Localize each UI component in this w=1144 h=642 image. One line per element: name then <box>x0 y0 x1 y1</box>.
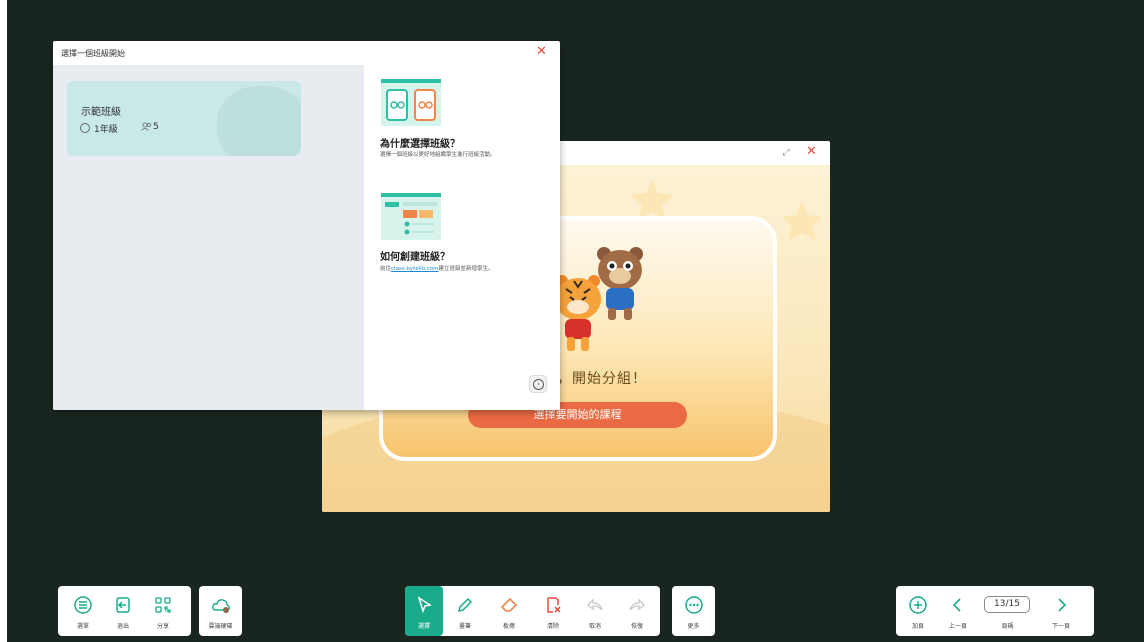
cloud-icon <box>211 599 230 613</box>
people-icon <box>141 122 152 133</box>
class-card[interactable]: 示範班級 1年級 5 <box>67 81 301 156</box>
menu-icon <box>74 596 92 614</box>
cloud-drive-label: 雲端硬碟 <box>208 623 233 630</box>
select-tool-button[interactable]: 選擇 <box>405 586 443 636</box>
chevron-left-icon <box>952 598 961 612</box>
next-page-label: 下一頁 <box>1051 623 1070 630</box>
add-page-button[interactable]: 加頁 <box>899 586 937 636</box>
chevron-right-icon: › <box>533 379 544 390</box>
pen-tool-button[interactable]: 畫筆 <box>443 586 487 636</box>
create-class-illustration <box>381 193 441 240</box>
cursor-icon <box>417 596 432 614</box>
class-list-panel: 示範班級 1年級 5 <box>53 65 364 410</box>
exit-icon <box>116 597 130 613</box>
eraser-icon <box>500 597 518 612</box>
screen-edge <box>0 0 7 642</box>
exit-button[interactable]: 退出 <box>103 586 143 636</box>
cloud-drive-button[interactable]: 雲端硬碟 <box>199 586 242 636</box>
add-page-icon <box>909 596 927 614</box>
toolbar-pages: 加頁 上一頁 13/15 頁碼 下一頁 <box>896 586 1094 636</box>
student-count: 5 <box>153 122 159 132</box>
prev-page-button[interactable]: 上一頁 <box>937 586 979 636</box>
menu-button[interactable]: 選單 <box>63 586 103 636</box>
why-choose-class-heading: 為什麼選擇班級？ <box>380 139 460 150</box>
clear-icon <box>547 597 561 613</box>
clear-button[interactable]: 清除 <box>531 586 575 636</box>
eraser-tool-button[interactable]: 板擦 <box>487 586 531 636</box>
toolbar-center: 選擇 畫筆 板擦 清除 取消 恢復 <box>405 586 660 636</box>
dialog-title: 選擇一個班級開始 <box>61 49 125 58</box>
undo-label: 取消 <box>588 623 601 630</box>
share-label: 分享 <box>156 623 169 630</box>
more-button[interactable]: 更多 <box>672 586 715 636</box>
next-page-button[interactable]: 下一頁 <box>1036 586 1086 636</box>
undo-button[interactable]: 取消 <box>575 586 615 636</box>
exit-label: 退出 <box>116 623 129 630</box>
pen-label: 畫筆 <box>458 623 471 630</box>
class-website-link[interactable]: class.bytello.com <box>391 266 439 272</box>
add-page-label: 加頁 <box>911 623 924 630</box>
grade-icon <box>80 123 90 133</box>
dialog-close-icon[interactable]: ✕ <box>536 45 547 59</box>
eraser-label: 板擦 <box>502 623 515 630</box>
class-name: 示範班級 <box>81 107 121 118</box>
toolbar-left: 選單 退出 分享 <box>58 586 191 636</box>
choose-class-illustration <box>381 79 441 126</box>
how-create-class-heading: 如何創建班級？ <box>380 252 450 263</box>
fullscreen-icon[interactable]: ⤢ <box>780 147 792 159</box>
how-create-class-description: 前往class.bytello.com建立班級並新增學生。 <box>380 264 494 272</box>
prev-page-label: 上一頁 <box>948 623 967 630</box>
more-label: 更多 <box>687 623 700 630</box>
page-number-field[interactable]: 13/15 <box>984 596 1030 613</box>
why-choose-class-description: 選擇一個班級以更好地組織學生進行班級活動。 <box>380 152 496 158</box>
clear-label: 清除 <box>546 623 559 630</box>
toolbar-more: 更多 <box>672 586 715 636</box>
chevron-right-icon <box>1058 598 1067 612</box>
select-label: 選擇 <box>417 623 430 630</box>
next-arrow-button[interactable]: › <box>529 375 547 393</box>
pen-icon <box>457 597 473 613</box>
how-desc-suffix: 建立班級並新增學生。 <box>438 266 494 272</box>
undo-icon <box>587 598 603 611</box>
qr-code-icon <box>155 597 171 613</box>
how-desc-prefix: 前往 <box>380 266 392 272</box>
class-card-decoration <box>217 86 301 156</box>
activity-close-icon[interactable]: ✕ <box>806 145 817 159</box>
redo-icon <box>629 598 645 611</box>
menu-label: 選單 <box>76 623 89 630</box>
more-icon <box>684 596 703 614</box>
help-panel: 為什麼選擇班級？ 選擇一個班級以更好地組織學生進行班級活動。 如何創建班級？ 前… <box>364 65 560 410</box>
redo-button[interactable]: 恢復 <box>615 586 659 636</box>
share-button[interactable]: 分享 <box>143 586 183 636</box>
select-class-dialog: 選擇一個班級開始 ✕ 示範班級 1年級 5 為什麼選擇班級？ 選擇一個班級以更好… <box>53 41 560 410</box>
page-number-label: 頁碼 <box>1001 623 1014 630</box>
page-number-control[interactable]: 13/15 頁碼 <box>979 586 1036 636</box>
redo-label: 恢復 <box>630 623 643 630</box>
class-grade: 1年級 <box>94 125 118 135</box>
toolbar-cloud: 雲端硬碟 <box>199 586 242 636</box>
